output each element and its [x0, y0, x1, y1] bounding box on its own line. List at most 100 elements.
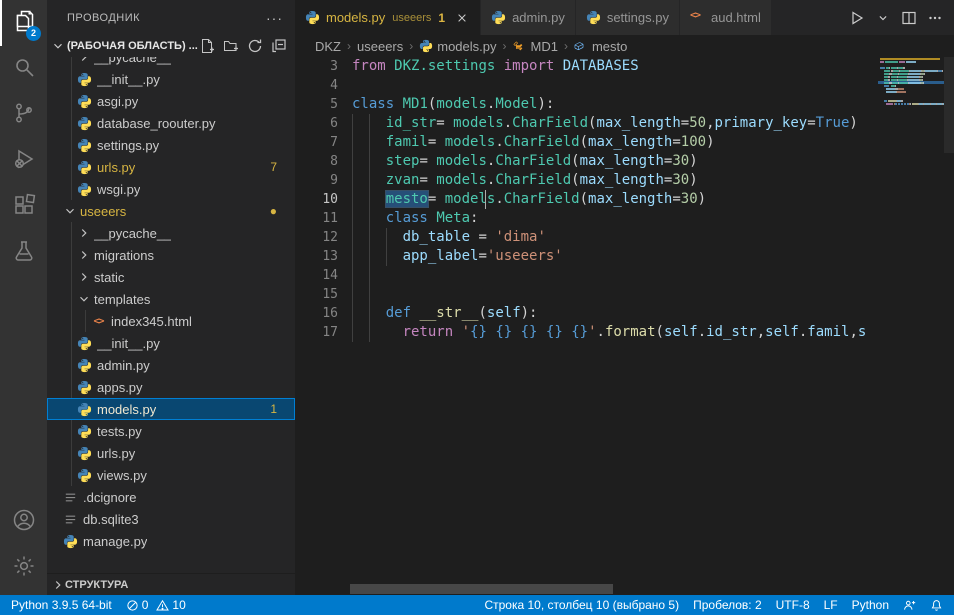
status-item-пробелов-2[interactable]: Пробелов: 2 — [686, 595, 769, 615]
tree-item-asgi-py[interactable]: asgi.py — [47, 90, 295, 112]
code-line-6[interactable]: id_str= models.CharField(max_length=50,p… — [352, 114, 898, 133]
code-line-8[interactable]: step= models.CharField(max_length=30) — [352, 152, 898, 171]
status-item-строка-10-столбец-10-выбрано-5-[interactable]: Строка 10, столбец 10 (выбрано 5) — [477, 595, 686, 615]
code-line-7[interactable]: famil= models.CharField(max_length=100) — [352, 133, 898, 152]
problems-status[interactable]: 0 10 — [119, 595, 193, 615]
code-line-15[interactable] — [352, 285, 898, 304]
code-line-3[interactable]: from DKZ.settings import DATABASES — [352, 57, 898, 76]
tree-item-useeers[interactable]: useeers● — [47, 200, 295, 222]
collapse-all-icon[interactable] — [271, 38, 287, 54]
tab-label: aud.html — [711, 10, 761, 25]
breadcrumb-item-models-py[interactable]: models.py — [419, 39, 496, 54]
tree-item-label: manage.py — [83, 534, 147, 549]
activity-search[interactable] — [0, 46, 47, 92]
status-item-lf[interactable]: LF — [817, 595, 845, 615]
python-file-icon — [77, 380, 92, 395]
refresh-icon[interactable] — [247, 38, 263, 54]
status-item-utf-8[interactable]: UTF-8 — [769, 595, 817, 615]
breadcrumb-item-md1[interactable]: MD1 — [513, 39, 558, 54]
breadcrumb-label: models.py — [437, 39, 496, 54]
code-line-4[interactable] — [352, 76, 898, 95]
tab-description: useeers — [392, 12, 431, 24]
activity-testing[interactable] — [0, 230, 47, 276]
activity-explorer[interactable]: 2 — [0, 0, 47, 46]
sidebar-more-icon[interactable]: ··· — [266, 10, 283, 26]
feedback-button[interactable] — [896, 595, 923, 615]
activity-settings[interactable] — [0, 545, 47, 591]
code-line-9[interactable]: zvan= models.CharField(max_length=30) — [352, 171, 898, 190]
tree-item-admin-py[interactable]: admin.py — [47, 354, 295, 376]
code-line-5[interactable]: class MD1(models.Model): — [352, 95, 898, 114]
code-line-14[interactable] — [352, 266, 898, 285]
tab-admin-py[interactable]: admin.py — [481, 0, 576, 35]
activity-source-control[interactable] — [0, 92, 47, 138]
tree-item-static[interactable]: static — [47, 266, 295, 288]
code-editor[interactable]: 34567891011121314151617 from DKZ.setting… — [295, 57, 954, 595]
tree-item-label: index345.html — [111, 314, 192, 329]
tree-item--dcignore[interactable]: .dcignore — [47, 486, 295, 508]
python-interpreter-status[interactable]: Python 3.9.5 64-bit — [4, 595, 119, 615]
tab-models-py[interactable]: models.pyuseeers1 — [295, 0, 481, 35]
chevron-down-icon — [63, 204, 77, 218]
code-line-16[interactable]: def __str__(self): — [352, 304, 898, 323]
generic-file-icon — [63, 490, 78, 505]
editor-more-actions-button[interactable] — [924, 7, 946, 29]
tree-item--init-py[interactable]: __init__.py — [47, 332, 295, 354]
workspace-section-header[interactable]: (РАБОЧАЯ ОБЛАСТЬ) ... — [47, 35, 295, 57]
tree-item-templates[interactable]: templates — [47, 288, 295, 310]
tab-settings-py[interactable]: settings.py — [576, 0, 680, 35]
activity-extensions[interactable] — [0, 184, 47, 230]
status-item-python[interactable]: Python — [845, 595, 896, 615]
run-debug-icon — [12, 147, 36, 176]
notifications-bell-button[interactable] — [923, 595, 950, 615]
tree-item-index345-html[interactable]: <>index345.html — [47, 310, 295, 332]
code-line-17[interactable]: return '{} {} {} {} {}'.format(self.id_s… — [352, 323, 898, 342]
tree-item-views-py[interactable]: views.py — [47, 464, 295, 486]
code-line-10[interactable]: mesto= models.CharField(max_length=30) — [352, 190, 898, 209]
horizontal-scrollbar[interactable] — [350, 584, 613, 594]
tree-item--pycache-[interactable]: __pycache__ — [47, 222, 295, 244]
tree-item-manage-py[interactable]: manage.py — [47, 530, 295, 552]
tree-item--init-py[interactable]: __init__.py — [47, 68, 295, 90]
tab-label: models.py — [326, 10, 385, 25]
python-file-icon — [77, 138, 92, 153]
tree-item-urls-py[interactable]: urls.py — [47, 442, 295, 464]
tree-item-settings-py[interactable]: settings.py — [47, 134, 295, 156]
breadcrumb-item-useeers[interactable]: useeers — [357, 39, 403, 54]
close-tab-icon[interactable] — [454, 10, 470, 26]
minimap-line — [923, 82, 924, 84]
tree-item-label: urls.py — [97, 446, 135, 461]
tree-item-database-roouter-py[interactable]: database_roouter.py — [47, 112, 295, 134]
new-folder-icon[interactable] — [223, 38, 239, 54]
new-file-icon[interactable] — [199, 38, 215, 54]
tree-item-urls-py[interactable]: urls.py7 — [47, 156, 295, 178]
breadcrumb-item-dkz[interactable]: DKZ — [315, 39, 341, 54]
python-file-icon — [77, 160, 92, 175]
minimap[interactable] — [878, 57, 944, 177]
tree-item-models-py[interactable]: models.py1 — [47, 398, 295, 420]
tree-item-wsgi-py[interactable]: wsgi.py — [47, 178, 295, 200]
tree-item--pycache-[interactable]: __pycache__ — [47, 57, 295, 68]
split-editor-button[interactable] — [898, 7, 920, 29]
vertical-scrollbar[interactable] — [944, 57, 954, 595]
code-line-11[interactable]: class Meta: — [352, 209, 898, 228]
explorer-sidebar: ПРОВОДНИК ··· (РАБОЧАЯ ОБЛАСТЬ) ... __py… — [47, 0, 295, 595]
tree-item-db-sqlite3[interactable]: db.sqlite3 — [47, 508, 295, 530]
outline-section-header[interactable]: СТРУКТУРА — [47, 573, 295, 595]
run-python-file-button[interactable] — [846, 7, 868, 29]
code-line-13[interactable]: app_label='useeers' — [352, 247, 898, 266]
code-line-12[interactable]: db_table = 'dima' — [352, 228, 898, 247]
account-icon — [12, 508, 36, 537]
code-content[interactable]: from DKZ.settings import DATABASES class … — [352, 57, 898, 342]
run-dropdown-chevron-icon[interactable] — [872, 7, 894, 29]
tab-aud-html[interactable]: <>aud.html — [680, 0, 772, 35]
activity-run-debug[interactable] — [0, 138, 47, 184]
tree-item-tests-py[interactable]: tests.py — [47, 420, 295, 442]
tree-item-apps-py[interactable]: apps.py — [47, 376, 295, 398]
outline-label: СТРУКТУРА — [65, 579, 128, 591]
tree-item-migrations[interactable]: migrations — [47, 244, 295, 266]
tree-item-label: tests.py — [97, 424, 142, 439]
breadcrumb-item-mesto[interactable]: mesto — [574, 39, 627, 54]
activity-account[interactable] — [0, 499, 47, 545]
minimap-line — [903, 67, 905, 69]
